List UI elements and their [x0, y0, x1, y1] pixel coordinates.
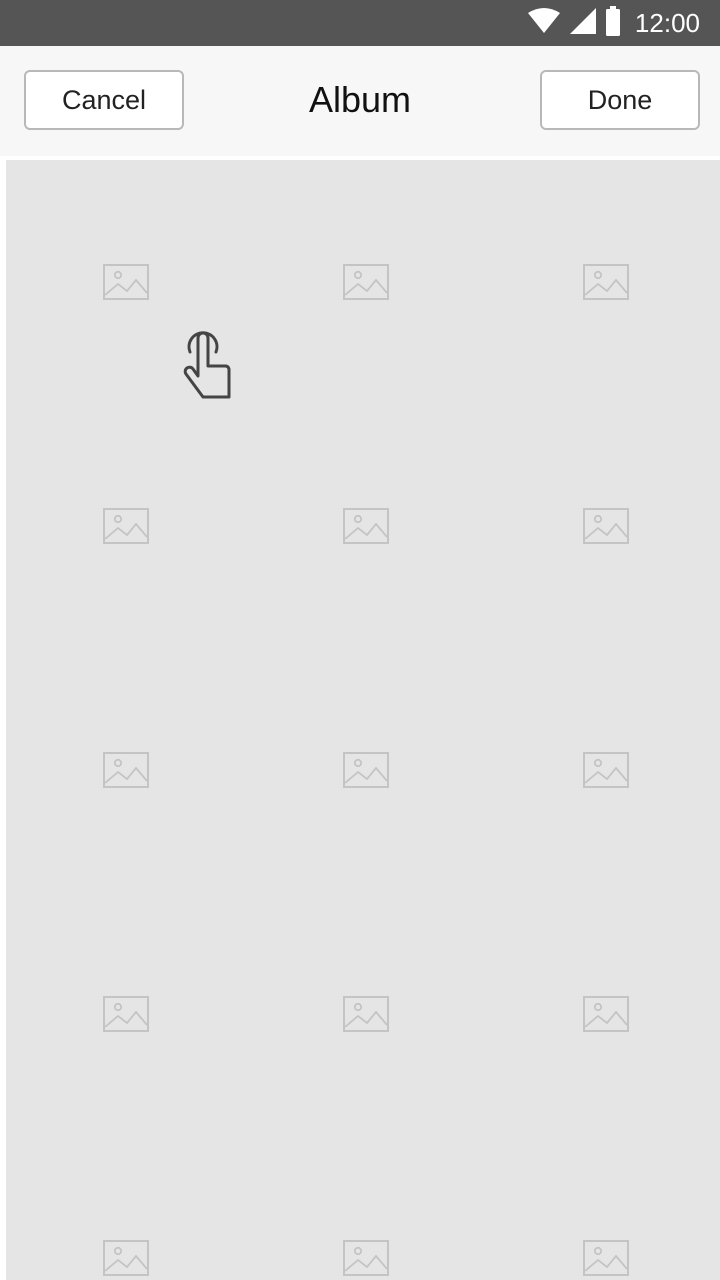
image-placeholder-icon[interactable]	[343, 264, 389, 300]
album-grid	[6, 160, 720, 1280]
image-placeholder-icon[interactable]	[343, 1240, 389, 1276]
image-placeholder-icon[interactable]	[583, 264, 629, 300]
image-placeholder-icon[interactable]	[343, 752, 389, 788]
image-placeholder-icon[interactable]	[583, 996, 629, 1032]
image-placeholder-icon[interactable]	[583, 508, 629, 544]
done-button[interactable]: Done	[540, 70, 700, 130]
header-bar: Cancel Album Done	[0, 46, 720, 156]
image-placeholder-icon[interactable]	[583, 752, 629, 788]
battery-icon	[605, 6, 621, 40]
image-placeholder-icon[interactable]	[103, 1240, 149, 1276]
image-placeholder-icon[interactable]	[103, 996, 149, 1032]
image-placeholder-icon[interactable]	[343, 508, 389, 544]
image-placeholder-icon[interactable]	[103, 508, 149, 544]
image-placeholder-icon[interactable]	[103, 752, 149, 788]
status-bar: 12:00	[0, 0, 720, 46]
wifi-icon	[527, 8, 561, 38]
image-placeholder-icon[interactable]	[583, 1240, 629, 1276]
image-placeholder-icon[interactable]	[103, 264, 149, 300]
tap-hand-icon	[176, 326, 238, 406]
status-icons: 12:00	[527, 0, 700, 46]
image-placeholder-icon[interactable]	[343, 996, 389, 1032]
status-time: 12:00	[634, 8, 700, 38]
cell-signal-icon	[569, 7, 597, 39]
